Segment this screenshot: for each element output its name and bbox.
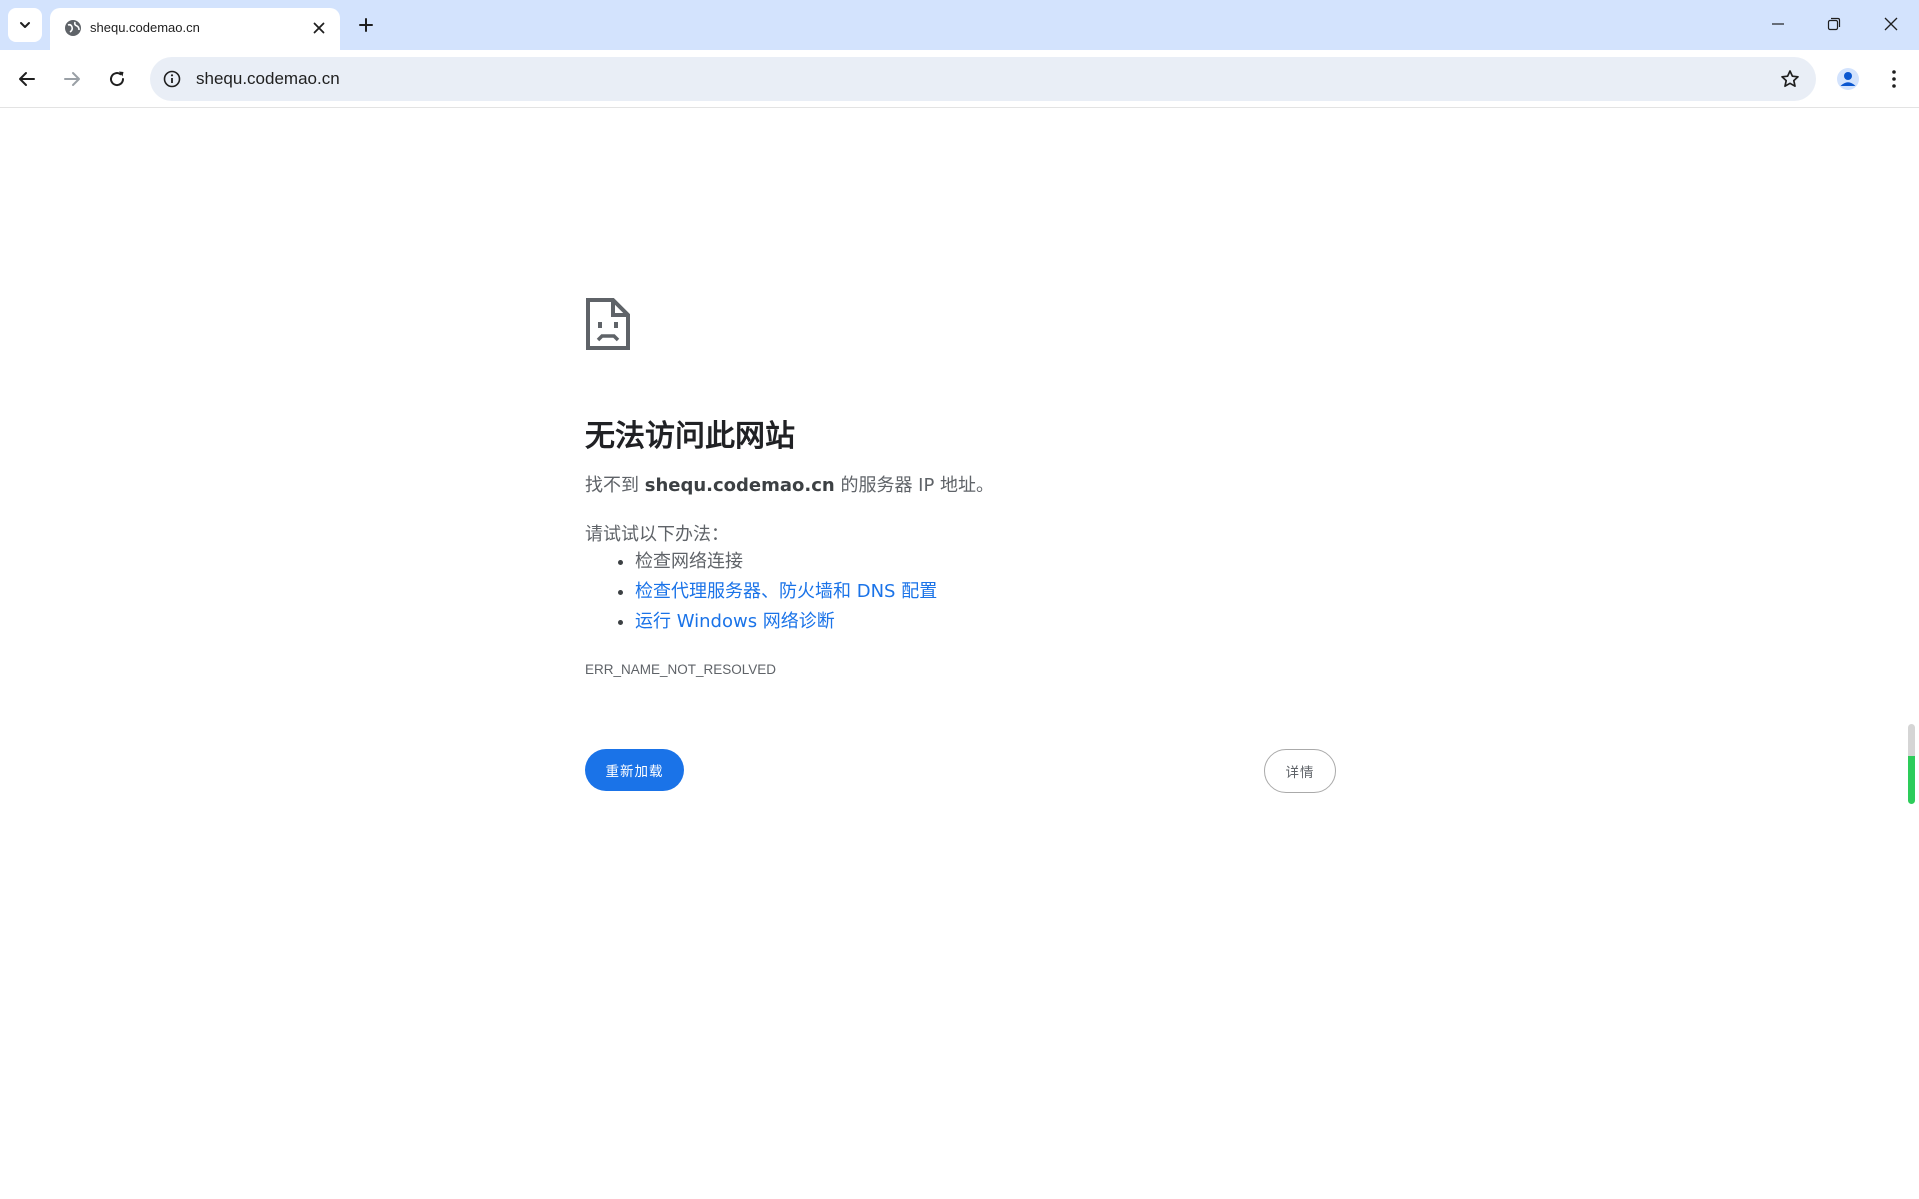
active-tab[interactable]: shequ.codemao.cn: [50, 8, 340, 50]
side-indicator: [1908, 724, 1915, 804]
profile-icon: [1837, 68, 1859, 90]
sad-document-icon: [585, 297, 631, 351]
toolbar: shequ.codemao.cn: [0, 50, 1919, 108]
suggestion-item: 检查代理服务器、防火墙和 DNS 配置: [635, 577, 937, 607]
profile-button[interactable]: [1830, 61, 1866, 97]
star-icon: [1781, 70, 1799, 88]
suggestion-check-network: 检查网络连接: [635, 551, 743, 572]
minimize-icon: [1772, 23, 1784, 25]
new-tab-button[interactable]: [350, 9, 382, 41]
restore-button[interactable]: [1806, 0, 1862, 48]
info-icon: [163, 70, 181, 88]
restore-icon: [1827, 17, 1841, 31]
tab-strip: shequ.codemao.cn: [0, 0, 1919, 50]
reload-page-button[interactable]: 重新加载: [585, 749, 684, 791]
forward-button[interactable]: [54, 61, 90, 97]
kebab-menu-icon: [1892, 70, 1896, 88]
error-desc-suffix: 的服务器 IP 地址。: [834, 475, 995, 496]
tab-close-button[interactable]: [306, 15, 332, 41]
reload-button[interactable]: [99, 61, 135, 97]
tab-title: shequ.codemao.cn: [90, 20, 200, 35]
suggestion-item: 运行 Windows 网络诊断: [635, 607, 937, 637]
suggestion-run-diagnostics-link[interactable]: 运行 Windows 网络诊断: [635, 611, 835, 632]
plus-icon: [359, 18, 373, 32]
back-arrow-icon: [19, 72, 35, 86]
browser-menu-button[interactable]: [1876, 61, 1912, 97]
tab-search-button[interactable]: [8, 8, 42, 42]
details-button[interactable]: 详情: [1264, 749, 1336, 793]
error-code: ERR_NAME_NOT_RESOLVED: [585, 662, 777, 677]
chevron-down-icon: [20, 22, 30, 28]
site-info-button[interactable]: [158, 65, 186, 93]
error-page: 无法访问此网站 找不到 shequ.codemao.cn 的服务器 IP 地址。…: [0, 109, 1919, 1199]
minimize-button[interactable]: [1750, 0, 1806, 48]
forward-arrow-icon: [64, 72, 80, 86]
suggestions-heading: 请试试以下办法：: [585, 524, 729, 545]
bookmark-button[interactable]: [1774, 63, 1806, 95]
address-bar[interactable]: shequ.codemao.cn: [150, 57, 1816, 101]
close-icon: [1884, 17, 1898, 31]
error-desc-prefix: 找不到: [585, 475, 645, 496]
error-title: 无法访问此网站: [585, 419, 795, 454]
reload-icon: [110, 71, 125, 87]
globe-icon: [62, 17, 84, 39]
close-icon: [313, 22, 325, 34]
url-text[interactable]: shequ.codemao.cn: [196, 69, 340, 89]
suggestion-item: 检查网络连接: [635, 547, 937, 577]
suggestions-list: 检查网络连接 检查代理服务器、防火墙和 DNS 配置 运行 Windows 网络…: [585, 547, 937, 637]
error-description: 找不到 shequ.codemao.cn 的服务器 IP 地址。: [585, 471, 994, 497]
suggestion-check-proxy-link[interactable]: 检查代理服务器、防火墙和 DNS 配置: [635, 581, 937, 602]
error-desc-host: shequ.codemao.cn: [644, 475, 835, 496]
back-button[interactable]: [9, 61, 45, 97]
close-window-button[interactable]: [1863, 0, 1919, 48]
